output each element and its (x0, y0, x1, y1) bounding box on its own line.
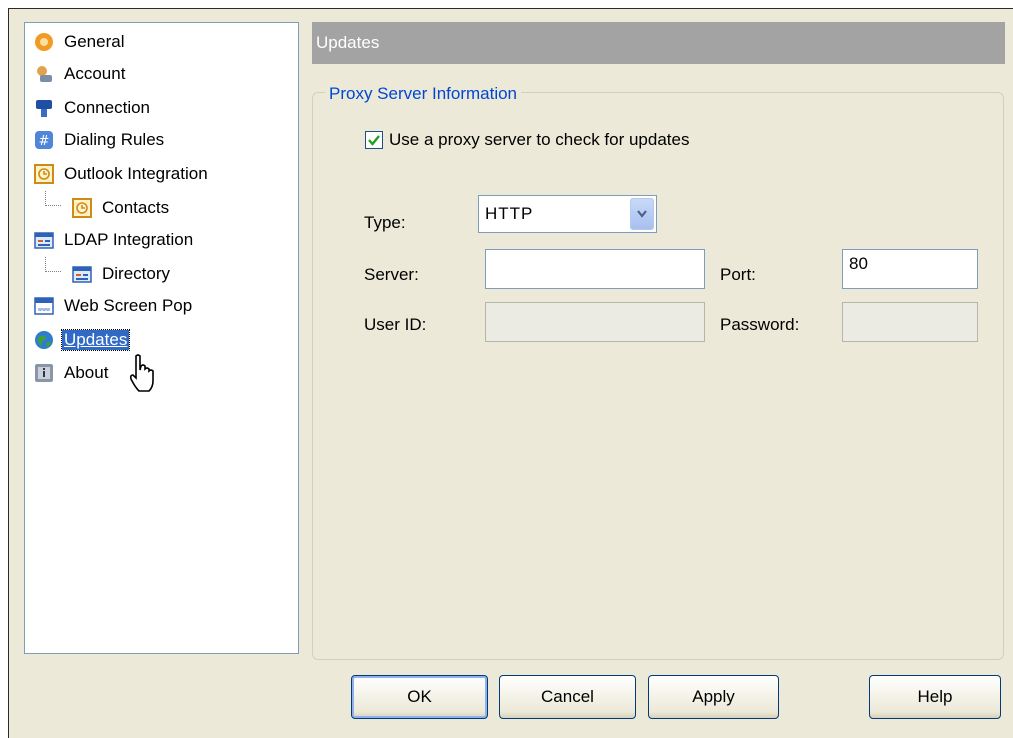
tree-item-label: LDAP Integration (64, 230, 194, 249)
tree-item-label: Connection (64, 98, 151, 117)
tree-item-ldap-integration[interactable]: LDAP Integration (33, 225, 195, 255)
hand-pointer-cursor-icon (127, 354, 159, 399)
updates-icon (33, 329, 55, 351)
userid-label: User ID: (364, 315, 427, 334)
account-icon (33, 63, 55, 85)
userid-field[interactable] (485, 302, 705, 342)
tree-item-label: Web Screen Pop (64, 296, 193, 315)
tree-item-updates[interactable]: Updates (33, 325, 131, 355)
use-proxy-checkbox-row[interactable]: Use a proxy server to check for updates (365, 130, 689, 150)
proxy-type-value: HTTP (485, 204, 534, 223)
tree-connector-contacts (45, 191, 61, 206)
port-field[interactable]: 80 (842, 249, 978, 289)
directory-icon (71, 263, 93, 285)
apply-button[interactable]: Apply (648, 675, 779, 719)
proxy-type-select[interactable]: HTTP (478, 195, 657, 233)
tree-item-general[interactable]: General (33, 27, 126, 57)
tree-item-about[interactable]: About (33, 358, 110, 388)
tree-item-web-screen-pop[interactable]: www Web Screen Pop (33, 291, 194, 321)
tree-item-label: About (64, 363, 109, 382)
tree-connector-directory (45, 257, 61, 272)
general-icon (33, 31, 55, 53)
tree-item-label: Dialing Rules (64, 130, 165, 149)
about-icon (33, 362, 55, 384)
type-label: Type: (364, 213, 406, 232)
tree-item-label: Updates (60, 329, 131, 351)
contacts-icon (71, 197, 93, 219)
web-screen-pop-icon: www (33, 295, 55, 317)
page-title: Updates (312, 22, 1005, 64)
password-field[interactable] (842, 302, 978, 342)
port-label: Port: (720, 265, 756, 284)
chevron-down-icon[interactable] (630, 198, 654, 230)
tree-item-label: Contacts (102, 198, 170, 217)
svg-text:#: # (39, 134, 50, 149)
tree-item-connection[interactable]: Connection (33, 93, 152, 123)
ldap-icon (33, 229, 55, 251)
connection-icon (33, 97, 55, 119)
tree-item-label: Outlook Integration (64, 164, 208, 183)
cancel-button[interactable]: Cancel (499, 675, 636, 719)
ok-button[interactable]: OK (351, 675, 488, 719)
groupbox-title: Proxy Server Information (325, 84, 522, 104)
outlook-icon (33, 163, 55, 185)
server-label: Server: (364, 265, 419, 284)
tree-item-label: Directory (102, 264, 171, 283)
dialing-rules-icon: # (33, 129, 55, 151)
use-proxy-checkbox[interactable] (365, 131, 383, 149)
tree-item-contacts[interactable]: Contacts (71, 193, 171, 223)
tree-item-dialing-rules[interactable]: # Dialing Rules (33, 125, 166, 155)
proxy-server-groupbox (312, 92, 1004, 660)
tree-item-label: General (64, 32, 125, 51)
tree-item-outlook-integration[interactable]: Outlook Integration (33, 159, 210, 189)
use-proxy-label: Use a proxy server to check for updates (389, 130, 690, 149)
checkmark-icon (368, 135, 380, 146)
tree-item-account[interactable]: Account (33, 59, 127, 89)
svg-text:www: www (38, 307, 50, 313)
tree-item-directory[interactable]: Directory (71, 259, 172, 289)
server-field[interactable] (485, 249, 705, 289)
options-tree[interactable]: General Account Connection # Dialing Rul… (24, 22, 299, 654)
tree-item-label: Account (64, 64, 126, 83)
help-button[interactable]: Help (869, 675, 1001, 719)
password-label: Password: (720, 315, 800, 334)
